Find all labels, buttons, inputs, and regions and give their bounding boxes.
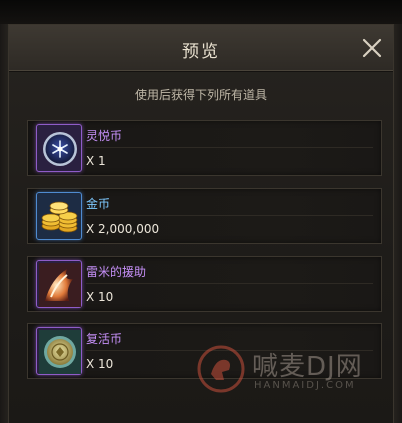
- item-quantity: X 2,000,000: [86, 222, 160, 236]
- item-quantity: X 10: [86, 357, 114, 371]
- list-item[interactable]: 雷米的援助 X 10: [27, 256, 382, 312]
- item-icon-frame: [36, 260, 82, 308]
- spirit-coin-icon: [43, 132, 77, 166]
- list-item[interactable]: 灵悦币 X 1: [27, 120, 382, 176]
- item-name: 灵悦币: [86, 129, 123, 143]
- list-item[interactable]: 金币 X 2,000,000: [27, 188, 382, 244]
- item-quantity: X 1: [86, 154, 106, 168]
- watermark-text: 喊麦DJ网: [252, 352, 363, 382]
- close-icon: [362, 38, 382, 58]
- site-watermark: 喊麦DJ网 HANMAIDJ.COM: [196, 344, 396, 398]
- watermark-subtext: HANMAIDJ.COM: [254, 380, 356, 391]
- item-icon-frame: [36, 327, 82, 375]
- item-icon-frame: [36, 124, 82, 172]
- close-button[interactable]: [359, 35, 385, 61]
- gold-coins-icon: [41, 201, 78, 233]
- left-background: [0, 24, 8, 423]
- item-name: 金币: [86, 197, 111, 211]
- top-background-strip: [0, 0, 402, 24]
- dialog-title: 预览: [182, 42, 220, 62]
- item-icon-frame: [36, 192, 82, 240]
- item-name: 雷米的援助: [86, 265, 147, 279]
- remy-aid-icon: [39, 263, 81, 307]
- dialog-subtitle: 使用后获得下列所有道具: [134, 88, 267, 102]
- dialog-header: 预览: [9, 25, 393, 71]
- watermark-logo-icon: [197, 345, 245, 393]
- revive-coin-icon: [39, 330, 81, 374]
- item-quantity: X 10: [86, 290, 114, 304]
- item-name: 复活币: [86, 332, 123, 346]
